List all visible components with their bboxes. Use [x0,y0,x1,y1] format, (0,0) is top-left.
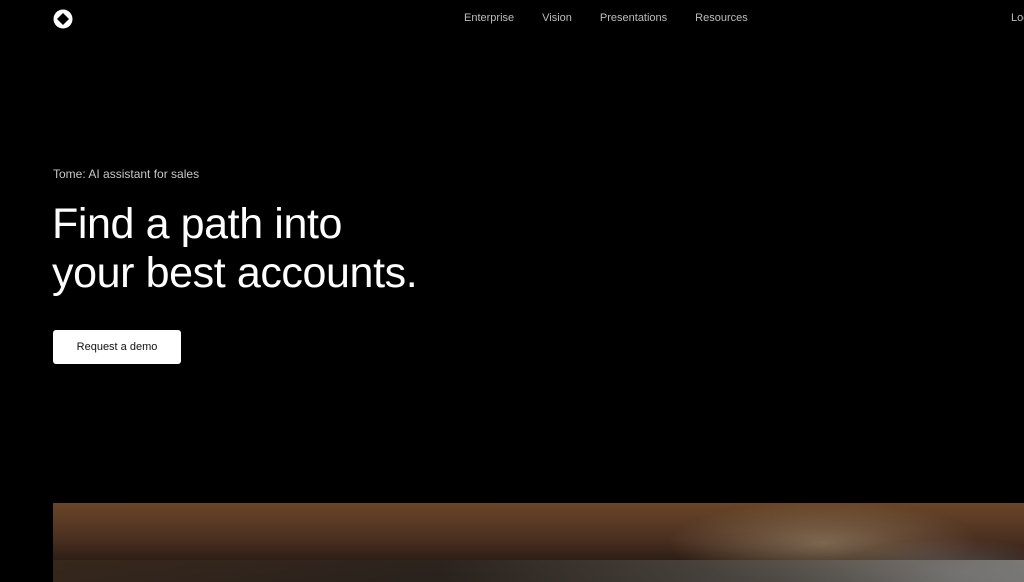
hero-headline-line-1: Find a path into [52,200,343,248]
media-horizon [53,560,1024,582]
page: Enterprise Vision Presentations Resource… [0,0,1024,582]
nav-link-presentations[interactable]: Presentations [600,12,667,24]
tome-logo-icon[interactable] [53,9,73,29]
hero-eyebrow: Tome: AI assistant for sales [53,167,200,181]
login-link[interactable]: Log [1011,12,1024,24]
nav-link-resources[interactable]: Resources [695,12,748,24]
hero-headline: Find a path into your best accounts. [52,200,418,298]
top-nav: Enterprise Vision Presentations Resource… [0,0,1024,38]
request-demo-button[interactable]: Request a demo [53,330,181,364]
nav-link-vision[interactable]: Vision [542,12,572,24]
nav-link-enterprise[interactable]: Enterprise [464,12,514,24]
nav-links: Enterprise Vision Presentations Resource… [464,12,776,24]
hero-headline-line-2: your best accounts. [52,249,418,297]
hero-media-image [53,503,1024,582]
